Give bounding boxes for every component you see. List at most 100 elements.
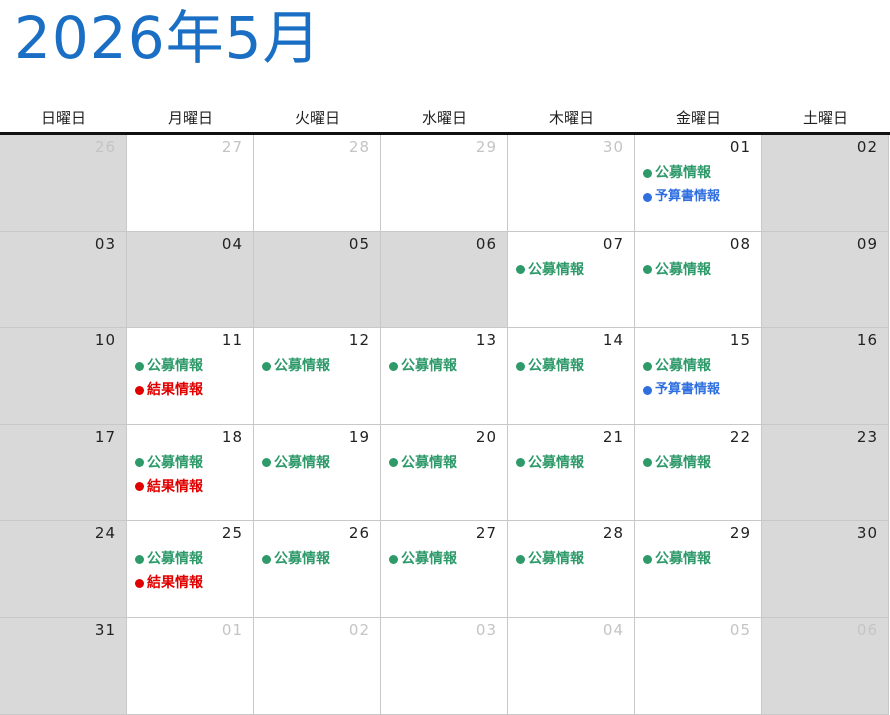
calendar-day-cell: 20 公募情報 [381,424,508,522]
koubo-event-link[interactable]: 公募情報 [262,451,376,475]
koubo-event-link[interactable]: 公募情報 [516,354,630,378]
calendar-day-cell: 29 [381,135,508,232]
koubo-event-link[interactable]: 公募情報 [516,547,630,571]
event-label: 結果情報 [147,478,203,495]
koubo-event-link[interactable]: 公募情報 [643,451,757,475]
yosan-event-link[interactable]: 予算書情報 [643,185,757,209]
day-events: 公募情報 [516,547,630,571]
event-label: 公募情報 [528,261,584,278]
kekka-event-link[interactable]: 結果情報 [135,475,249,499]
calendar-day-cell: 28 公募情報 [508,521,635,618]
yosan-event-link[interactable]: 予算書情報 [643,378,757,402]
day-events: 公募情報 結果情報 [135,547,249,595]
event-label: 予算書情報 [655,189,721,204]
day-number: 07 [602,234,624,253]
day-number: 31 [94,620,116,639]
day-number: 21 [602,427,624,446]
calendar-day-cell: 06 [762,617,889,715]
bullet-dot-icon [643,385,652,395]
event-label: 公募情報 [274,551,330,568]
calendar-day-cell: 07 公募情報 [508,231,635,329]
koubo-event-link[interactable]: 公募情報 [135,354,249,378]
calendar-day-cell: 12 公募情報 [254,328,381,425]
weekday-tuesday: 火曜日 [294,109,340,127]
bullet-dot-icon [516,554,525,564]
bullet-dot-icon [643,192,652,202]
koubo-event-link[interactable]: 公募情報 [643,258,757,282]
koubo-event-link[interactable]: 公募情報 [516,258,630,282]
calendar-day-cell: 17 [0,424,127,522]
calendar-day-cell: 30 [508,135,635,232]
calendar-day-cell: 14 公募情報 [508,328,635,425]
koubo-event-link[interactable]: 公募情報 [262,547,376,571]
calendar-day-cell: 02 [254,617,381,715]
bullet-dot-icon [643,168,652,178]
day-number: 09 [856,234,878,253]
koubo-event-link[interactable]: 公募情報 [135,451,249,475]
day-number: 16 [856,331,878,350]
koubo-event-link[interactable]: 公募情報 [643,161,757,185]
bullet-dot-icon [643,265,652,275]
calendar-day-cell: 04 [127,231,254,329]
event-label: 公募情報 [655,358,711,375]
calendar-day-cell: 16 [762,328,889,425]
event-label: 公募情報 [147,358,203,375]
event-label: 公募情報 [401,454,457,471]
day-number: 10 [94,331,116,350]
day-number: 29 [729,524,751,543]
weekday-sunday: 日曜日 [40,109,86,127]
calendar-day-cell: 21 公募情報 [508,424,635,522]
day-events: 公募情報 [516,354,630,378]
bullet-dot-icon [643,458,652,468]
calendar-day-cell: 11 公募情報結果情報 [127,328,254,425]
event-label: 公募情報 [655,454,711,471]
bullet-dot-icon [389,554,398,564]
koubo-event-link[interactable]: 公募情報 [262,354,376,378]
calendar-day-cell: 29 公募情報 [635,521,762,618]
koubo-event-link[interactable]: 公募情報 [643,547,757,571]
koubo-event-link[interactable]: 公募情報 [389,547,503,571]
day-number: 04 [602,620,624,639]
event-label: 公募情報 [274,454,330,471]
day-number: 29 [475,138,497,156]
calendar-day-cell: 01 公募情報予算書情報 [635,135,762,232]
calendar-day-cell: 05 [635,617,762,715]
kekka-event-link[interactable]: 結果情報 [135,378,249,402]
day-number: 05 [348,234,370,253]
bullet-dot-icon [516,265,525,275]
koubo-event-link[interactable]: 公募情報 [135,547,249,571]
event-label: 公募情報 [528,454,584,471]
day-number: 17 [94,427,116,446]
calendar-day-cell: 27 [127,135,254,232]
koubo-event-link[interactable]: 公募情報 [389,451,503,475]
calendar-day-cell: 24 [0,521,127,618]
day-events: 公募情報予算書情報 [643,354,757,402]
day-number: 18 [221,427,243,446]
day-number: 30 [856,524,878,543]
bullet-dot-icon [643,554,652,564]
bullet-dot-icon [389,458,398,468]
day-number: 08 [729,234,751,253]
calendar-day-cell: 27 公募情報 [381,521,508,618]
koubo-event-link[interactable]: 公募情報 [643,354,757,378]
weekday-thursday: 木曜日 [548,109,594,127]
bullet-dot-icon [389,361,398,371]
kekka-event-link[interactable]: 結果情報 [135,571,249,595]
koubo-event-link[interactable]: 公募情報 [389,354,503,378]
day-number: 01 [729,138,751,156]
day-events: 公募情報 [389,451,503,475]
calendar-grid: 26 27 28 29 30 01 公募情報 予算書情報 02 03 04 05 06 07 公募情報 08 公… [0,135,890,715]
event-label: 公募情報 [655,165,711,181]
day-number: 11 [221,331,243,350]
day-number: 04 [221,234,243,253]
day-number: 27 [221,138,243,156]
day-number: 26 [348,524,370,543]
day-events: 公募情報 [643,451,757,475]
calendar-day-cell: 22 公募情報 [635,424,762,522]
bullet-dot-icon [643,361,652,371]
day-number: 26 [94,138,116,156]
event-label: 公募情報 [528,358,584,375]
day-events: 公募情報結果情報 [135,354,249,402]
koubo-event-link[interactable]: 公募情報 [516,451,630,475]
calendar-day-cell: 19 公募情報 [254,424,381,522]
